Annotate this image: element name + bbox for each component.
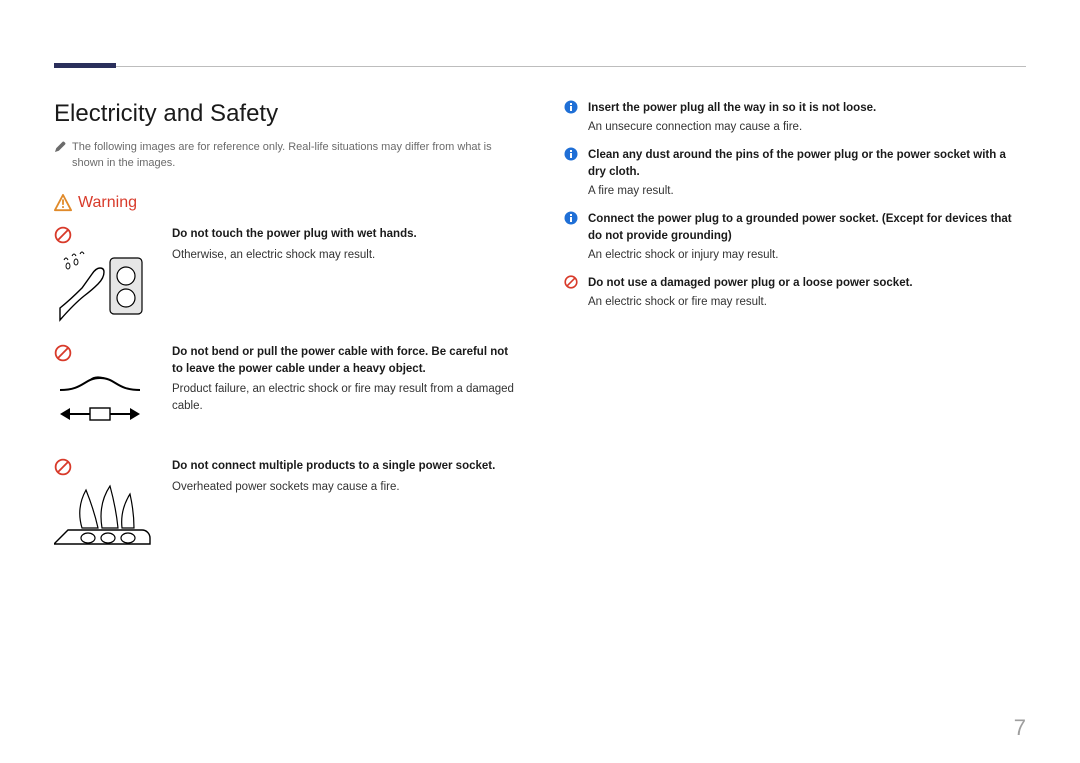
page-number: 7 [1014,715,1026,741]
warning-item-visual [54,226,162,326]
info-sub: An electric shock or injury may result. [588,247,1026,264]
info-icon [564,100,578,114]
warning-item-visual [54,344,162,440]
prohibit-icon [54,458,72,476]
top-accent-bar [54,63,116,68]
warning-item-text: Do not bend or pull the power cable with… [172,344,516,415]
info-item-text: Connect the power plug to a grounded pow… [588,211,1026,269]
info-bold: Connect the power plug to a grounded pow… [588,211,1026,244]
info-item: Insert the power plug all the way in so … [564,100,1026,141]
content-area: Electricity and Safety The following ima… [54,100,1026,570]
warning-item-visual [54,458,162,552]
warning-sub: Product failure, an electric shock or fi… [172,381,516,414]
info-bold: Clean any dust around the pins of the po… [588,147,1026,180]
warning-heading: Warning [54,194,516,212]
warning-sub: Overheated power sockets may cause a fir… [172,479,516,496]
info-item: Clean any dust around the pins of the po… [564,147,1026,205]
prohibit-icon [54,226,72,244]
reference-note: The following images are for reference o… [54,140,516,172]
info-sub: An unsecure connection may cause a fire. [588,119,1026,136]
right-column: Insert the power plug all the way in so … [564,100,1026,570]
info-icon [564,147,578,161]
top-rule [54,66,1026,67]
warning-sub: Otherwise, an electric shock may result. [172,247,516,264]
info-item: Connect the power plug to a grounded pow… [564,211,1026,269]
info-sub: A fire may result. [588,183,1026,200]
warning-item: Do not bend or pull the power cable with… [54,344,516,440]
info-item-text: Clean any dust around the pins of the po… [588,147,1026,205]
warning-bold: Do not bend or pull the power cable with… [172,344,516,377]
warning-item: Do not connect multiple products to a si… [54,458,516,552]
note-text: The following images are for reference o… [72,140,516,172]
prohibit-item-text: Do not use a damaged power plug or a loo… [588,275,1026,316]
illustration-overheated-socket [54,482,154,552]
warning-triangle-icon [54,194,72,212]
prohibit-icon [564,275,578,289]
warning-bold: Do not touch the power plug with wet han… [172,226,516,243]
warning-item-text: Do not connect multiple products to a si… [172,458,516,495]
warning-bold: Do not connect multiple products to a si… [172,458,516,475]
info-icon [564,211,578,225]
info-bold: Insert the power plug all the way in so … [588,100,1026,117]
prohibit-icon [54,344,72,362]
illustration-wet-hand [54,250,146,326]
warning-label: Warning [78,194,137,212]
prohibit-sub: An electric shock or fire may result. [588,294,1026,311]
illustration-bent-cable [54,368,146,440]
section-heading: Electricity and Safety [54,100,516,128]
left-column: Electricity and Safety The following ima… [54,100,516,570]
prohibit-item: Do not use a damaged power plug or a loo… [564,275,1026,316]
note-icon [54,141,66,153]
info-item-text: Insert the power plug all the way in so … [588,100,1026,141]
prohibit-bold: Do not use a damaged power plug or a loo… [588,275,1026,292]
warning-item-text: Do not touch the power plug with wet han… [172,226,516,263]
warning-item: Do not touch the power plug with wet han… [54,226,516,326]
